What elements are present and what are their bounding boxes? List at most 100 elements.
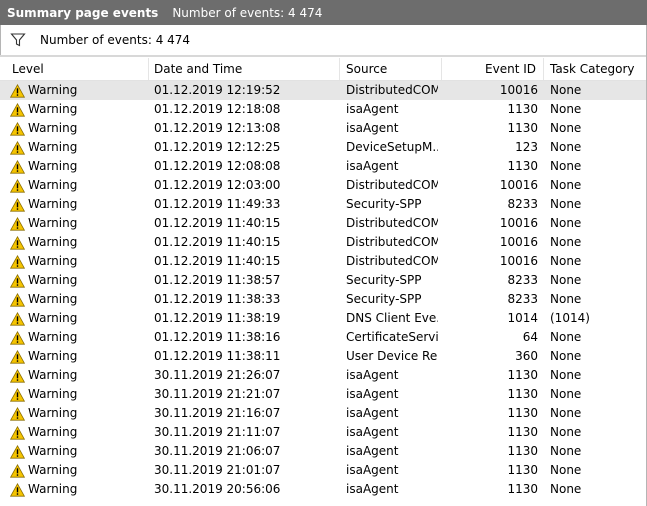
- title-bar: Summary page events Number of events: 4 …: [0, 0, 647, 25]
- cell-source: isaAgent: [346, 159, 399, 173]
- cell-event-id: 10016: [499, 216, 538, 230]
- column-header-level[interactable]: Level: [0, 58, 149, 80]
- cell-level: Warning: [10, 119, 150, 138]
- cell-event-id: 1130: [507, 368, 538, 382]
- cell-date: 01.12.2019 11:49:33: [154, 197, 281, 211]
- level-text: Warning: [28, 387, 78, 401]
- table-row[interactable]: Warning 01.12.2019 11:38:19 DNS Client Eve…: [0, 309, 647, 328]
- cell-task-category: None: [550, 159, 582, 173]
- column-header-event-id[interactable]: Event ID: [442, 58, 544, 80]
- cell-source: isaAgent: [346, 102, 399, 116]
- warning-icon: [10, 387, 25, 402]
- cell-level: Warning: [10, 366, 150, 385]
- table-row[interactable]: Warning 01.12.2019 12:13:08 isaAgent 1130 No…: [0, 119, 647, 138]
- level-text: Warning: [28, 406, 78, 420]
- table-row[interactable]: Warning 01.12.2019 11:38:16 CertificateSer…: [0, 328, 647, 347]
- cell-level: Warning: [10, 214, 150, 233]
- cell-event-id: 8233: [507, 292, 538, 306]
- cell-level: Warning: [10, 461, 150, 480]
- cell-level: Warning: [10, 290, 150, 309]
- warning-icon: [10, 349, 25, 364]
- cell-task-category: None: [550, 235, 582, 249]
- cell-event-id: 64: [522, 330, 538, 344]
- table-row[interactable]: Warning 01.12.2019 12:19:52 DistributedCOM…: [0, 81, 647, 100]
- table-row[interactable]: Warning 30.11.2019 21:16:07 isaAgent 1130 No…: [0, 404, 647, 423]
- level-text: Warning: [28, 254, 78, 268]
- cell-task-category: None: [550, 83, 582, 97]
- cell-date: 30.11.2019 21:01:07: [154, 463, 281, 477]
- cell-date: 01.12.2019 11:38:33: [154, 292, 281, 306]
- cell-source: isaAgent: [346, 121, 399, 135]
- cell-event-id: 360: [515, 349, 538, 363]
- cell-task-category: None: [550, 368, 582, 382]
- cell-event-id: 1130: [507, 159, 538, 173]
- level-text: Warning: [28, 273, 78, 287]
- cell-task-category: None: [550, 102, 582, 116]
- table-row[interactable]: Warning 01.12.2019 11:38:33 Security-SPP 82…: [0, 290, 647, 309]
- table-row[interactable]: Warning 01.12.2019 11:40:15 DistributedCOM…: [0, 214, 647, 233]
- cell-event-id: 10016: [499, 178, 538, 192]
- cell-event-id: 1130: [507, 463, 538, 477]
- cell-level: Warning: [10, 195, 150, 214]
- cell-task-category: None: [550, 121, 582, 135]
- cell-level: Warning: [10, 81, 150, 100]
- cell-task-category: None: [550, 254, 582, 268]
- table-row[interactable]: Warning 30.11.2019 21:26:07 isaAgent 1130 No…: [0, 366, 647, 385]
- cell-event-id: 8233: [507, 273, 538, 287]
- warning-icon: [10, 216, 25, 231]
- level-text: Warning: [28, 159, 78, 173]
- cell-level: Warning: [10, 423, 150, 442]
- filter-icon[interactable]: [10, 32, 26, 48]
- level-text: Warning: [28, 463, 78, 477]
- level-text: Warning: [28, 102, 78, 116]
- table-row[interactable]: Warning 01.12.2019 11:38:57 Security-SPP 82…: [0, 271, 647, 290]
- cell-date: 01.12.2019 12:08:08: [154, 159, 281, 173]
- level-text: Warning: [28, 368, 78, 382]
- table-row[interactable]: Warning 30.11.2019 21:21:07 isaAgent 1130 No…: [0, 385, 647, 404]
- cell-task-category: None: [550, 463, 582, 477]
- table-row[interactable]: Warning 01.12.2019 11:40:15 DistributedCOM…: [0, 233, 647, 252]
- level-text: Warning: [28, 349, 78, 363]
- cell-task-category: None: [550, 406, 582, 420]
- cell-source: isaAgent: [346, 387, 399, 401]
- table-row[interactable]: Warning 01.12.2019 11:38:11 User Device Re…: [0, 347, 647, 366]
- column-header-source[interactable]: Source: [340, 58, 442, 80]
- warning-icon: [10, 292, 25, 307]
- warning-icon: [10, 197, 25, 212]
- cell-event-id: 1130: [507, 387, 538, 401]
- filter-event-count: Number of events: 4 474: [40, 33, 191, 47]
- table-row[interactable]: Warning 01.12.2019 12:18:08 isaAgent 1130 No…: [0, 100, 647, 119]
- cell-task-category: None: [550, 444, 582, 458]
- cell-source: DistributedCOM: [346, 178, 438, 192]
- cell-level: Warning: [10, 252, 150, 271]
- cell-level: Warning: [10, 271, 150, 290]
- table-row[interactable]: Warning 30.11.2019 21:06:07 isaAgent 1130 No…: [0, 442, 647, 461]
- table-row[interactable]: Warning 30.11.2019 21:11:07 isaAgent 1130 No…: [0, 423, 647, 442]
- table-row[interactable]: Warning 30.11.2019 21:01:07 isaAgent 1130 No…: [0, 461, 647, 480]
- cell-event-id: 1130: [507, 102, 538, 116]
- level-text: Warning: [28, 482, 78, 496]
- event-list: Warning 01.12.2019 12:19:52 DistributedCOM…: [0, 81, 647, 499]
- filter-bar: Number of events: 4 474: [0, 25, 647, 55]
- cell-source: User Device Re...: [346, 349, 438, 363]
- warning-icon: [10, 311, 25, 326]
- cell-task-category: None: [550, 425, 582, 439]
- cell-task-category: None: [550, 482, 582, 496]
- table-row[interactable]: Warning 01.12.2019 11:40:15 DistributedCOM…: [0, 252, 647, 271]
- table-row[interactable]: Warning 01.12.2019 12:08:08 isaAgent 1130 No…: [0, 157, 647, 176]
- table-row[interactable]: Warning 30.11.2019 20:56:06 isaAgent 1130 No…: [0, 480, 647, 499]
- table-row[interactable]: Warning 01.12.2019 12:12:25 DeviceSetupM..…: [0, 138, 647, 157]
- column-header-date[interactable]: Date and Time: [149, 58, 340, 80]
- cell-level: Warning: [10, 480, 150, 499]
- cell-task-category: None: [550, 140, 582, 154]
- warning-icon: [10, 482, 25, 497]
- table-row[interactable]: Warning 01.12.2019 12:03:00 DistributedCOM…: [0, 176, 647, 195]
- cell-task-category: None: [550, 387, 582, 401]
- table-row[interactable]: Warning 01.12.2019 11:49:33 Security-SPP 82…: [0, 195, 647, 214]
- cell-level: Warning: [10, 309, 150, 328]
- warning-icon: [10, 444, 25, 459]
- column-header-task-category[interactable]: Task Category: [544, 58, 647, 80]
- cell-source: isaAgent: [346, 444, 399, 458]
- level-text: Warning: [28, 330, 78, 344]
- cell-date: 01.12.2019 11:38:11: [154, 349, 281, 363]
